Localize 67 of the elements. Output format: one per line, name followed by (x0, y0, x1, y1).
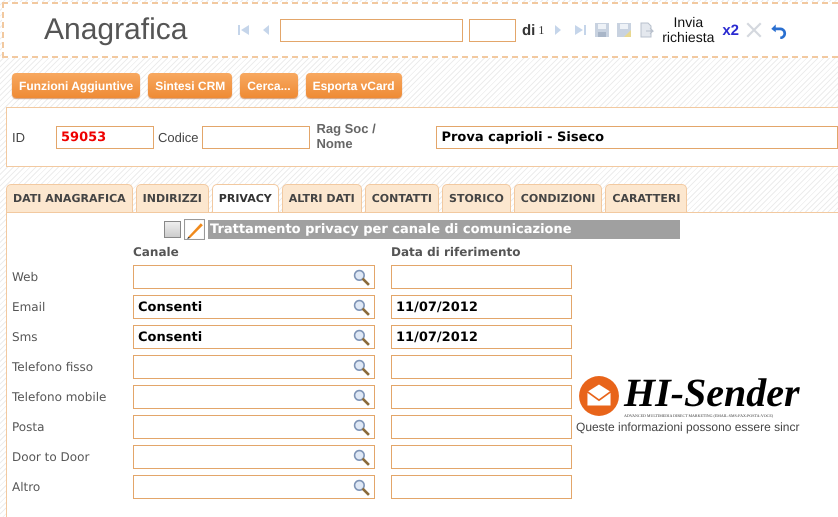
page-count: 1 (538, 22, 544, 38)
consent-field[interactable]: Consenti (133, 295, 375, 319)
channel-label: Posta (11, 420, 46, 434)
search-field[interactable] (280, 18, 463, 42)
close-icon[interactable] (745, 21, 764, 39)
code-field[interactable] (202, 126, 310, 148)
search-icon[interactable] (353, 328, 370, 346)
channel-label: Altro (11, 480, 42, 494)
column-header: Data di riferimento (391, 245, 521, 259)
search-icon[interactable] (353, 448, 370, 466)
tab[interactable]: DATI ANAGRAFICA (6, 184, 133, 212)
search-icon[interactable] (353, 388, 370, 406)
tab[interactable]: CARATTERI (605, 184, 688, 212)
search-icon[interactable] (353, 298, 370, 316)
search-icon[interactable] (353, 418, 370, 436)
search-icon[interactable] (353, 268, 370, 286)
first-icon[interactable] (236, 22, 252, 38)
date-field[interactable] (391, 475, 572, 499)
checkbox[interactable] (164, 221, 181, 238)
section-heading: Trattamento privacy per canale di comunicazione (208, 220, 680, 239)
tab[interactable]: PRIVACY (212, 184, 279, 212)
name-field[interactable]: Prova caprioli - Siseco (436, 126, 838, 148)
id-label: ID (12, 130, 25, 144)
sync-note: Queste informazioni possono essere sincr (576, 420, 800, 434)
code-label: Codice (158, 130, 198, 144)
page-field[interactable] (469, 18, 516, 42)
tab[interactable]: CONDIZIONI (514, 184, 602, 212)
date-field[interactable]: 11/07/2012 (391, 325, 572, 349)
of-label: di (522, 22, 536, 38)
tab[interactable]: STORICO (442, 184, 511, 212)
save-as-icon[interactable] (616, 22, 632, 38)
consent-field[interactable] (133, 445, 375, 469)
consent-field[interactable] (133, 385, 375, 409)
channel-label: Door to Door (11, 450, 90, 464)
consent-field[interactable] (133, 475, 375, 499)
tab[interactable]: ALTRI DATI (282, 184, 362, 212)
channel-label: Web (11, 270, 40, 284)
id-field[interactable]: 59053 (56, 126, 154, 148)
search-icon[interactable] (353, 478, 370, 496)
date-field[interactable] (391, 445, 572, 469)
pencil-icon[interactable] (184, 219, 205, 240)
multiplier-label: x2 (722, 22, 740, 38)
channel-label: Email (11, 300, 46, 314)
name-label: Rag Soc / Nome (316, 122, 377, 152)
channel-label: Telefono fisso (11, 360, 94, 374)
consent-field[interactable] (133, 265, 375, 289)
consent-field[interactable] (133, 415, 375, 439)
document-icon[interactable] (638, 22, 654, 38)
date-field[interactable] (391, 265, 572, 289)
date-field[interactable]: 11/07/2012 (391, 295, 572, 319)
date-field[interactable] (391, 355, 572, 379)
consent-field[interactable] (133, 355, 375, 379)
envelope-logo-icon (578, 374, 620, 416)
channel-label: Sms (11, 330, 39, 344)
channel-label: Telefono mobile (11, 390, 108, 404)
save-icon[interactable] (594, 22, 610, 38)
tab[interactable]: INDIRIZZI (136, 184, 209, 212)
column-header: Canale (133, 245, 180, 259)
send-request-button[interactable]: Invia richiesta (660, 14, 716, 46)
search-icon[interactable] (353, 358, 370, 376)
tab[interactable]: CONTATTI (364, 184, 440, 212)
page-title: Anagrafica (44, 13, 188, 47)
logo-text: HI-Sender (624, 373, 800, 413)
date-field[interactable] (391, 385, 572, 409)
last-icon[interactable] (572, 22, 588, 38)
date-field[interactable] (391, 415, 572, 439)
consent-field[interactable]: Consenti (133, 325, 375, 349)
